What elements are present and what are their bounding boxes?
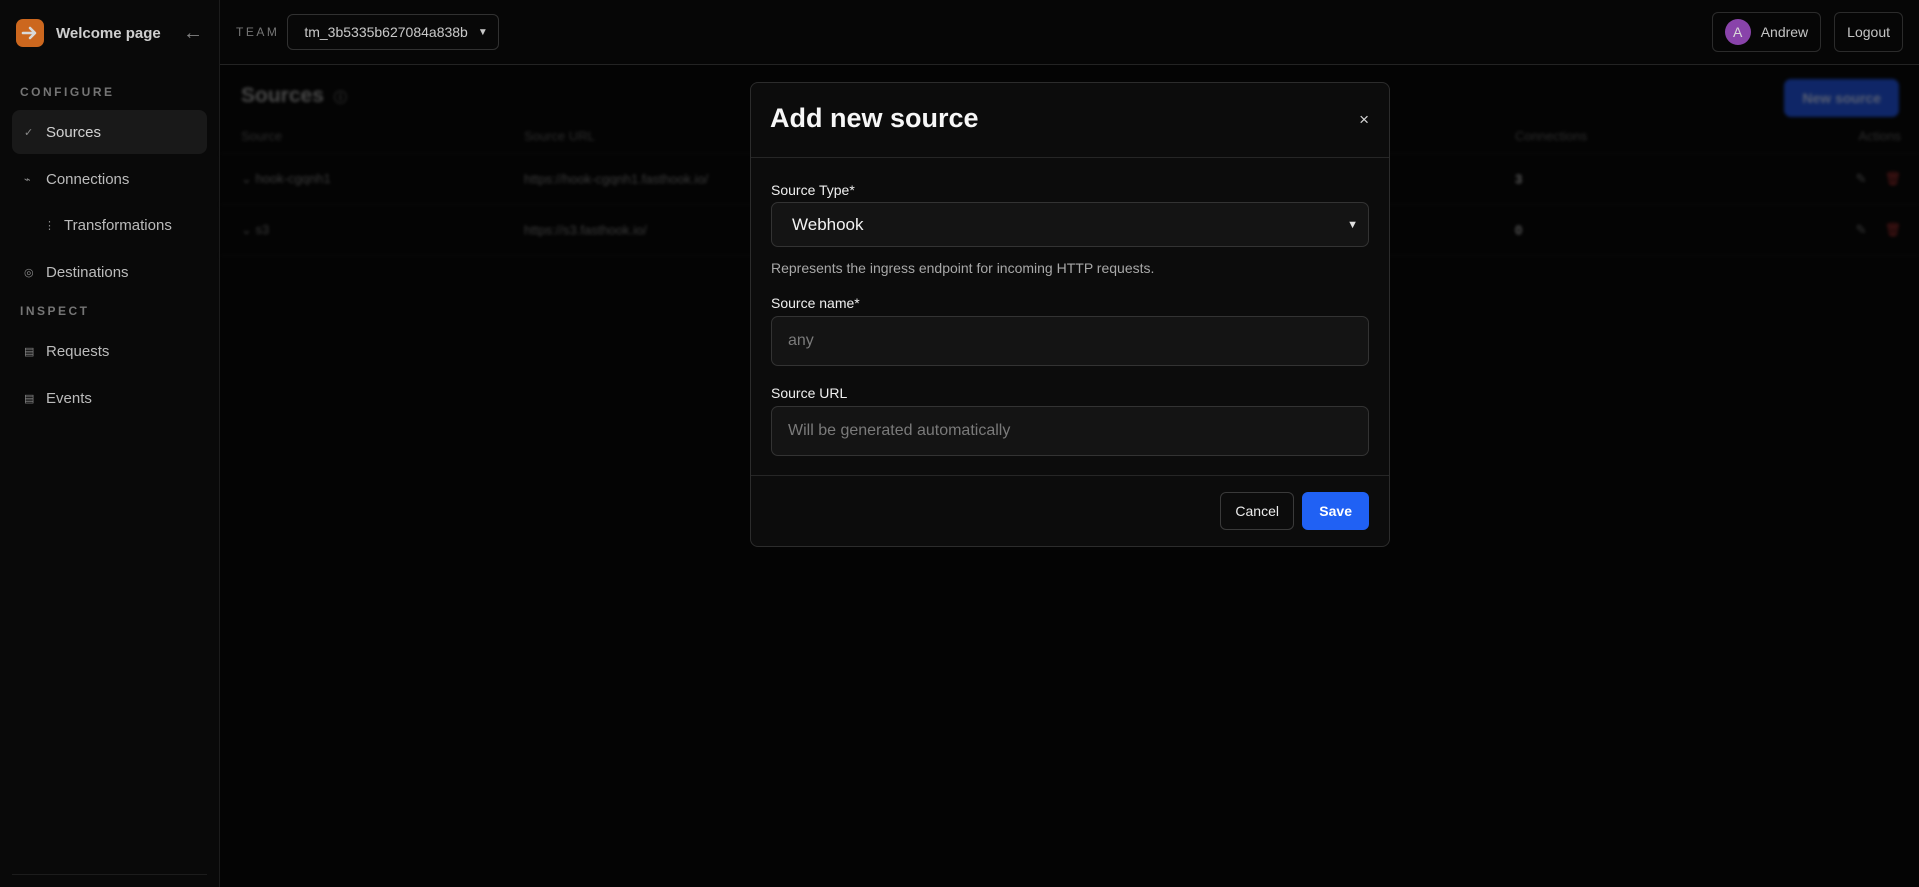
chevron-down-icon: ▼ xyxy=(1347,218,1358,231)
cancel-button[interactable]: Cancel xyxy=(1220,492,1294,530)
modal-body: Source Type* Webhook ▼ Represents the in… xyxy=(751,158,1389,476)
source-url-label: Source URL xyxy=(771,385,848,401)
save-button[interactable]: Save xyxy=(1302,492,1369,530)
source-type-value: Webhook xyxy=(792,214,864,234)
source-type-label: Source Type* xyxy=(771,182,855,198)
modal-header: Add new source × xyxy=(751,83,1389,158)
modal-title: Add new source xyxy=(770,103,979,133)
source-type-help: Represents the ingress endpoint for inco… xyxy=(771,260,1155,276)
add-source-modal: Add new source × Source Type* Webhook ▼ … xyxy=(750,82,1390,547)
modal-footer: Cancel Save xyxy=(751,476,1389,546)
source-url-input[interactable] xyxy=(771,406,1369,456)
source-type-select[interactable]: Webhook ▼ xyxy=(771,202,1369,247)
close-icon[interactable]: × xyxy=(1359,110,1369,130)
source-name-label: Source name* xyxy=(771,295,860,311)
source-name-input[interactable] xyxy=(771,316,1369,366)
